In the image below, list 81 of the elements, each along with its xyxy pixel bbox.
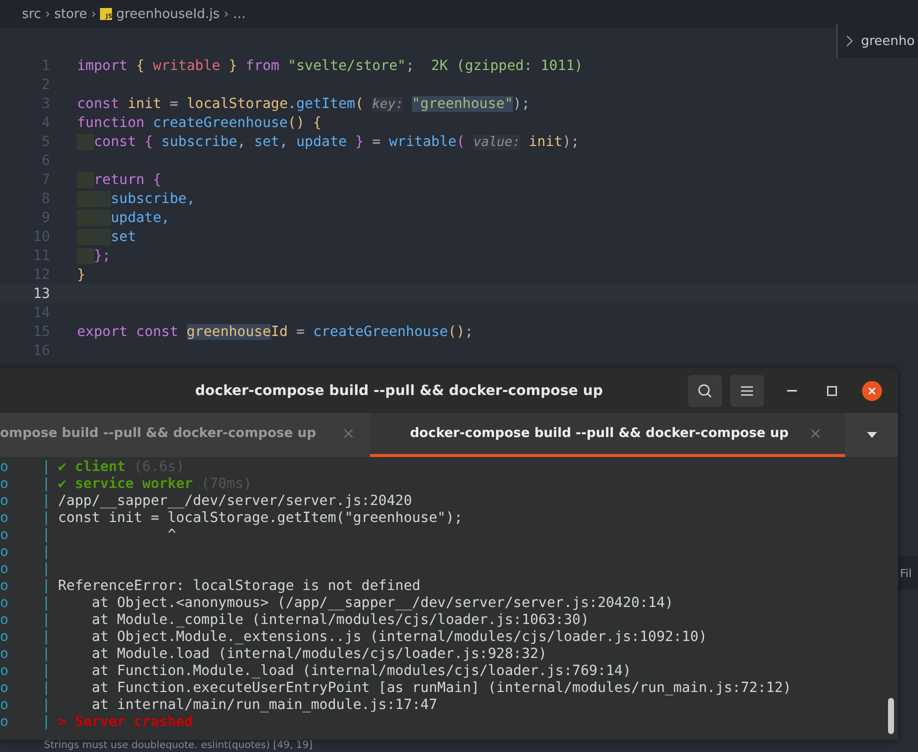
- separator-pipe: |: [42, 594, 52, 610]
- container-prefix: o: [0, 560, 10, 576]
- container-prefix: o: [0, 612, 10, 628]
- chevron-icon: [846, 35, 854, 47]
- log-line: at Module._compile (internal/modules/cjs/loader.js:1063:30): [90, 612, 590, 628]
- search-icon: [697, 382, 713, 398]
- container-prefix: o: [0, 628, 10, 644]
- minimize-icon: [787, 390, 797, 392]
- line-number: 13: [32, 286, 51, 302]
- window-title: docker-compose build --pull && docker-compose up: [194, 382, 604, 398]
- container-prefix: o: [0, 696, 10, 712]
- code-line: const { subscribe, set, update } = writable( value: init);: [77, 134, 580, 150]
- breadcrumb-separator: ›: [91, 6, 96, 22]
- scrollbar[interactable]: [888, 698, 894, 734]
- container-prefix: o: [0, 594, 10, 610]
- container-prefix: o: [0, 510, 10, 526]
- terminal-tab[interactable]: docker-compose build --pull && docker-compose up: [370, 413, 845, 457]
- container-prefix: o: [0, 458, 10, 474]
- separator-pipe: |: [42, 526, 52, 542]
- log-line: ^: [166, 526, 176, 542]
- separator-pipe: |: [42, 492, 52, 508]
- log-line: at Function.executeUserEntryPoint [as runMain] (internal/modules/run_main.js:72:12): [90, 680, 792, 696]
- separator-pipe: |: [42, 662, 52, 678]
- breadcrumb-more[interactable]: …: [232, 6, 246, 22]
- log-line: > Server crashed: [58, 714, 193, 730]
- terminal-tab[interactable]: ompose build --pull && docker-compose up: [0, 413, 370, 457]
- close-icon[interactable]: [344, 429, 354, 438]
- close-icon[interactable]: [810, 429, 820, 438]
- menu-button[interactable]: [730, 374, 764, 406]
- code-line: return {: [77, 172, 162, 188]
- code-line: import { writable } from "svelte/store"; 2K (gzipped: 1011): [77, 58, 583, 74]
- code-line: }: [77, 266, 86, 282]
- separator-pipe: |: [42, 578, 52, 594]
- container-prefix: o: [0, 714, 10, 730]
- code-line: subscribe,: [77, 190, 196, 206]
- close-icon: [868, 386, 876, 394]
- separator-pipe: |: [42, 544, 52, 560]
- container-prefix: o: [0, 680, 10, 696]
- separator-pipe: |: [42, 476, 52, 492]
- log-line: const init = localStorage.getItem("greenhouse");: [58, 510, 463, 526]
- breadcrumb-separator: ›: [44, 6, 50, 22]
- search-button[interactable]: [688, 374, 722, 406]
- container-prefix: o: [0, 578, 10, 594]
- separator-pipe: |: [42, 696, 52, 712]
- panel-tab[interactable]: Fil: [898, 556, 918, 590]
- separator-pipe: |: [42, 560, 52, 576]
- container-prefix: o: [0, 646, 10, 662]
- log-line: ReferenceError: localStorage is not defined: [58, 578, 420, 594]
- problem-message[interactable]: Strings must use doublequote. eslint(quotes) [49, 19]: [44, 740, 313, 752]
- separator-pipe: |: [42, 612, 52, 628]
- log-line: at Object.<anonymous> (/app/__sapper__/dev/server/server.js:20420:14): [90, 594, 674, 610]
- code-line: update,: [77, 210, 170, 226]
- log-line: at Object.Module._extensions..js (internal/modules/cjs/loader.js:1092:10): [90, 628, 708, 644]
- maximize-icon: [827, 386, 837, 396]
- log-line: at Function.Module._load (internal/modules/cjs/loader.js:769:14): [90, 662, 632, 678]
- breadcrumb-item[interactable]: src: [22, 6, 41, 22]
- breadcrumb-item[interactable]: store: [54, 6, 88, 22]
- code-line: function createGreenhouse() {: [77, 114, 322, 130]
- container-prefix: o: [0, 492, 10, 508]
- separator-pipe: |: [42, 680, 52, 696]
- separator-pipe: |: [42, 628, 52, 644]
- code-line: set: [77, 228, 136, 244]
- separator-pipe: |: [42, 510, 52, 526]
- log-line: /app/__sapper__/dev/server/server.js:20420: [58, 492, 412, 508]
- log-line: at internal/main/run_main_module.js:17:47: [90, 696, 438, 712]
- container-prefix: o: [0, 544, 10, 560]
- sticky-outline-item[interactable]: greenho: [836, 24, 918, 58]
- log-line: at Module.load (internal/modules/cjs/loader.js:928:32): [90, 646, 547, 662]
- breadcrumb-separator: ›: [224, 6, 229, 22]
- container-prefix: o: [0, 662, 10, 678]
- code-line: const init = localStorage.getItem( key: "greenhouse");: [77, 96, 530, 112]
- code-line: export const greenhouseId = createGreenhouse();: [77, 324, 474, 340]
- container-prefix: o: [0, 476, 10, 492]
- caret-icon: [866, 432, 876, 438]
- menu-icon: [740, 384, 754, 396]
- close-button[interactable]: [862, 380, 882, 400]
- breadcrumb-item[interactable]: greenhouseId.js: [116, 6, 220, 22]
- separator-pipe: |: [42, 458, 52, 474]
- container-prefix: o: [0, 526, 10, 542]
- separator-pipe: |: [42, 646, 52, 662]
- separator-pipe: |: [42, 714, 52, 730]
